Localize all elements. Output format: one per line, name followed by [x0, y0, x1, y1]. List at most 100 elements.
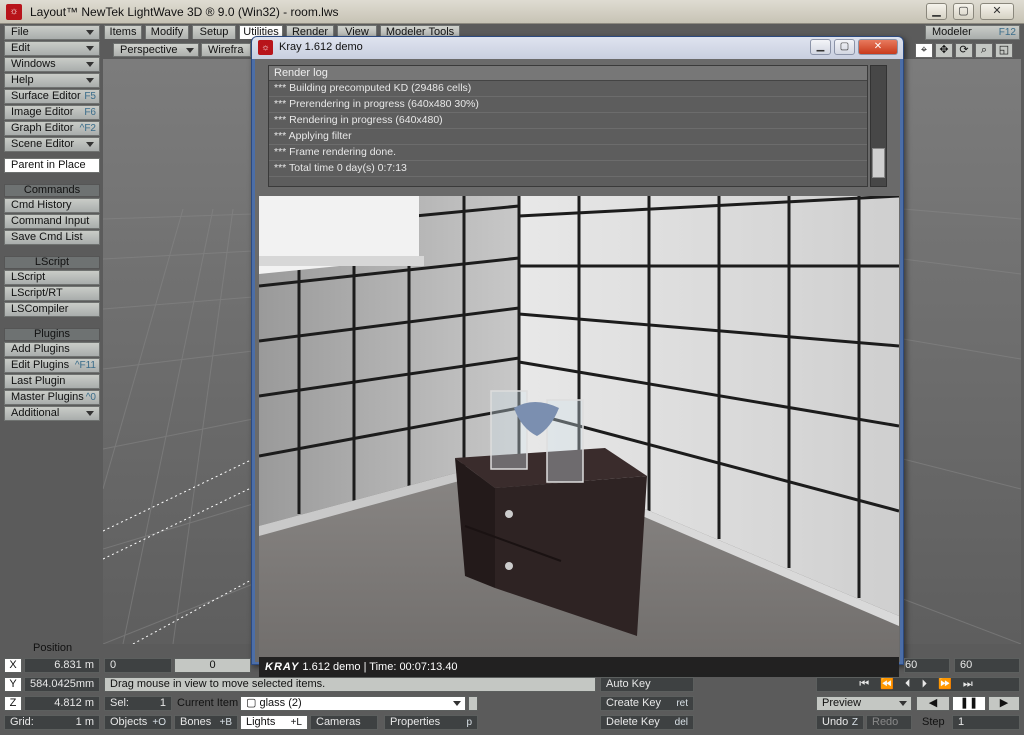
step-field[interactable]: 1: [952, 715, 1020, 730]
crosshair-icon[interactable]: ⌖: [915, 43, 933, 58]
scrollbar-thumb[interactable]: [872, 148, 885, 178]
add-plugins-button[interactable]: Add Plugins: [4, 342, 100, 357]
chevron-down-icon: [86, 30, 94, 35]
scene-editor-button[interactable]: Scene Editor: [4, 137, 100, 152]
log-line: *** Building precomputed KD (29486 cells…: [269, 81, 867, 97]
item-properties-toggle[interactable]: [468, 696, 478, 711]
properties-button[interactable]: Properties p: [384, 715, 478, 730]
chevron-down-icon: [186, 48, 194, 53]
zoom-icon[interactable]: ⌕: [975, 43, 993, 58]
render-log: Render log *** Building precomputed KD (…: [268, 65, 868, 187]
preview-select[interactable]: Preview: [816, 696, 912, 711]
auto-key-button[interactable]: Auto Key: [600, 677, 694, 692]
kray-close-button[interactable]: ✕: [858, 39, 898, 55]
log-line: *** Prerendering in progress (640x480 30…: [269, 97, 867, 113]
current-frame-slider[interactable]: 0: [174, 658, 251, 673]
prev-key-icon[interactable]: ⏪: [880, 678, 898, 690]
menu-file[interactable]: File: [4, 25, 100, 40]
render-style-select[interactable]: Wirefra: [201, 43, 251, 57]
edit-plugins-key: ^F11: [74, 360, 96, 371]
create-key-shortcut: ret: [676, 698, 688, 709]
last-frame-icon[interactable]: ⏭: [963, 678, 977, 690]
move-view-icon[interactable]: ✥: [935, 43, 953, 58]
current-item-select[interactable]: ▢ glass (2): [240, 696, 466, 711]
graph-editor-key: ^F2: [79, 123, 96, 134]
kray-title: Kray 1.612 demo: [279, 41, 363, 53]
start-frame-field[interactable]: 0: [104, 658, 172, 673]
delete-key-button[interactable]: Delete Key del: [600, 715, 694, 730]
tab-modify[interactable]: Modify: [145, 25, 189, 39]
play-button[interactable]: ▶: [988, 696, 1020, 711]
kray-maximize-button[interactable]: ▢: [834, 39, 855, 55]
redo-button[interactable]: Redo: [866, 715, 912, 730]
tab-setup[interactable]: Setup: [192, 25, 236, 39]
surface-editor-button[interactable]: Surface Editor F5: [4, 89, 100, 104]
modeler-button[interactable]: Modeler F12: [925, 25, 1020, 40]
lights-button[interactable]: Lights +L: [240, 715, 308, 730]
x-position-field[interactable]: 6.831 m: [24, 658, 100, 673]
last-plugin-button[interactable]: Last Plugin: [4, 374, 100, 389]
lscript-button[interactable]: LScript: [4, 270, 100, 285]
lights-key: +L: [290, 717, 302, 728]
menu-edit[interactable]: Edit: [4, 41, 100, 56]
modeler-label: Modeler: [932, 26, 972, 38]
menu-help[interactable]: Help: [4, 73, 100, 88]
grid-label: Grid:: [10, 716, 34, 728]
rotate-view-icon[interactable]: ⟳: [955, 43, 973, 58]
cmd-history-button[interactable]: Cmd History: [4, 198, 100, 213]
graph-editor-button[interactable]: Graph Editor ^F2: [4, 121, 100, 136]
prev-frame-icon[interactable]: ⏴: [905, 678, 915, 690]
playback-controls[interactable]: ⏮ ⏪ ⏴ ⏵ ⏩ ⏭: [816, 677, 1020, 692]
maximize-button[interactable]: ▢: [953, 3, 974, 20]
lscript-header: LScript: [4, 256, 100, 269]
bones-key: +B: [219, 717, 232, 728]
master-plugins-button[interactable]: Master Plugins ^0: [4, 390, 100, 405]
cameras-key: +C: [359, 729, 372, 730]
close-button[interactable]: ✕: [980, 3, 1014, 20]
x-axis-button[interactable]: X: [4, 658, 22, 673]
image-editor-button[interactable]: Image Editor F6: [4, 105, 100, 120]
z-axis-button[interactable]: Z: [4, 696, 22, 711]
chevron-down-icon: [899, 701, 907, 706]
title-bar: ☼ Layout™ NewTek LightWave 3D ® 9.0 (Win…: [0, 0, 1024, 24]
step-label: Step: [922, 716, 945, 728]
current-item-label: Current Item: [177, 697, 239, 709]
y-position-field[interactable]: 584.0425mm: [24, 677, 100, 692]
next-frame-icon[interactable]: ⏵: [922, 678, 932, 690]
grid-field[interactable]: Grid: 1 m: [4, 715, 100, 730]
undo-button[interactable]: Undo Z: [816, 715, 864, 730]
item-icon: ▢: [246, 697, 260, 709]
cameras-button[interactable]: Cameras+C: [310, 715, 378, 730]
pause-button[interactable]: ❚❚: [952, 696, 986, 711]
chevron-down-icon: [86, 142, 94, 147]
command-input-button[interactable]: Command Input: [4, 214, 100, 229]
surface-editor-label: Surface Editor: [11, 90, 81, 102]
kray-minimize-button[interactable]: ▁: [810, 39, 831, 55]
z-position-field[interactable]: 4.812 m: [24, 696, 100, 711]
image-editor-label: Image Editor: [11, 106, 74, 118]
y-axis-button[interactable]: Y: [4, 677, 22, 692]
edit-plugins-button[interactable]: Edit Plugins ^F11: [4, 358, 100, 373]
next-key-icon[interactable]: ⏩: [938, 678, 956, 690]
menu-windows[interactable]: Windows: [4, 57, 100, 72]
end-frame-field[interactable]: 60: [954, 658, 1020, 673]
render-style-label: Wirefra: [208, 44, 244, 56]
view-mode-select[interactable]: Perspective: [113, 43, 199, 57]
sel-label: Sel:: [110, 697, 129, 709]
save-cmd-list-button[interactable]: Save Cmd List: [4, 230, 100, 245]
bones-button[interactable]: Bones +B: [174, 715, 238, 730]
create-key-button[interactable]: Create Key ret: [600, 696, 694, 711]
play-reverse-button[interactable]: ◀: [916, 696, 950, 711]
tab-items[interactable]: Items: [104, 25, 142, 39]
first-frame-icon[interactable]: ⏮: [859, 678, 873, 690]
log-scrollbar[interactable]: [870, 65, 887, 187]
lscompiler-button[interactable]: LSCompiler: [4, 302, 100, 317]
lscript-rt-button[interactable]: LScript/RT: [4, 286, 100, 301]
preview-label: Preview: [822, 697, 862, 709]
objects-button[interactable]: Objects +O: [104, 715, 172, 730]
additional-button[interactable]: Additional: [4, 406, 100, 421]
parent-in-place-button[interactable]: Parent in Place: [4, 158, 100, 173]
maximize-viewport-icon[interactable]: ◱: [995, 43, 1013, 58]
kray-logo: KRAY: [265, 661, 300, 673]
minimize-button[interactable]: ▁: [926, 3, 947, 20]
